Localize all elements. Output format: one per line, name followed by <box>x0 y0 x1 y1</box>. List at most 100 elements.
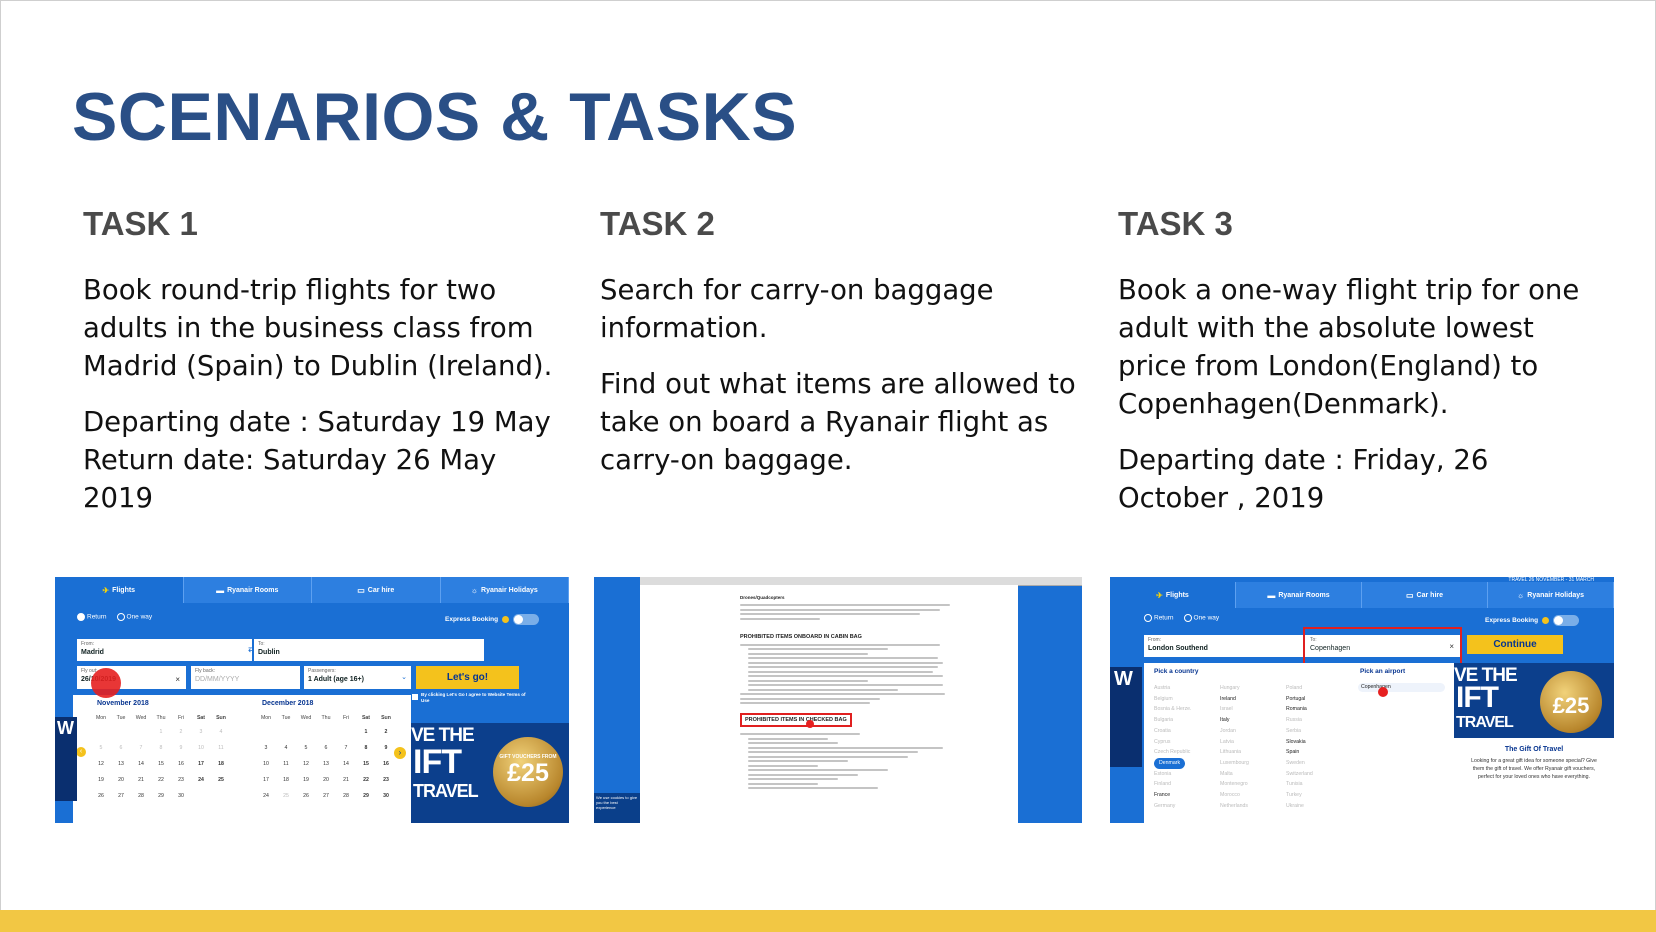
screenshot-task3: TRAVEL 26 NOVEMBER - 31 MARCH ✈ Flights ▬… <box>1110 577 1614 823</box>
radio-label: Return <box>1154 614 1174 622</box>
country-column-2: Hungary Ireland Israel Italy Jordan Latv… <box>1220 683 1249 811</box>
country-item[interactable]: Russia <box>1286 715 1313 726</box>
airport-option[interactable]: Copenhagen <box>1358 683 1445 692</box>
tab-car-hire[interactable]: ▭ Car hire <box>312 577 441 603</box>
country-item[interactable]: Poland <box>1286 683 1313 694</box>
weekday: Wed <box>135 715 147 721</box>
express-toggle[interactable] <box>1553 615 1580 626</box>
next-month-icon[interactable]: › <box>394 747 406 759</box>
country-item[interactable]: Germany <box>1154 801 1191 812</box>
tab-car-hire[interactable]: ▭ Car hire <box>1362 582 1488 608</box>
tab-rooms[interactable]: ▬ Ryanair Rooms <box>183 577 312 603</box>
country-item[interactable]: Ukraine <box>1286 801 1313 812</box>
pick-country-heading: Pick a country <box>1154 668 1199 675</box>
task-description: Book a one-way flight trip for one adult… <box>1118 274 1580 420</box>
country-item[interactable]: Italy <box>1220 715 1249 726</box>
task-description: Book round-trip flights for two adults i… <box>83 274 553 382</box>
country-item[interactable]: Czech Republic <box>1154 747 1191 758</box>
field-value: 1 Adult (age 16+) <box>308 676 364 683</box>
prev-month-icon[interactable]: ‹ <box>76 747 86 757</box>
country-item[interactable]: Croatia <box>1154 726 1191 737</box>
country-item[interactable]: Ireland <box>1220 694 1249 705</box>
promo-gift: IFT <box>413 743 462 781</box>
month-grid-november: Mon Tue Wed Thu Fri Sat Sun 1234 5 6 7 8 9 10 11 12 1… <box>91 712 231 804</box>
country-item[interactable]: Bosnia & Herze. <box>1154 704 1191 715</box>
country-item[interactable]: Turkey <box>1286 790 1313 801</box>
country-item[interactable]: Cyprus <box>1154 737 1191 748</box>
country-item-selected[interactable]: Denmark <box>1154 757 1186 769</box>
task-dates: Departing date : Saturday 19 May Return … <box>83 406 551 514</box>
tab-holidays[interactable]: ☼ Ryanair Holidays <box>440 577 569 603</box>
country-item[interactable]: Switzerland <box>1286 769 1313 780</box>
country-item[interactable]: Lithuania <box>1220 747 1249 758</box>
gift-card: The Gift Of Travel Looking for a great g… <box>1454 738 1614 823</box>
country-item[interactable]: Montenegro <box>1220 779 1249 790</box>
continue-button[interactable]: Continue <box>1467 635 1563 654</box>
country-item[interactable]: Serbia <box>1286 726 1313 737</box>
flyback-field[interactable]: Fly back: DD/MM/YYYY <box>191 666 300 689</box>
gift-text: Looking for a great gift idea for someon… <box>1471 758 1597 780</box>
info-icon <box>502 616 510 623</box>
country-item[interactable]: Netherlands <box>1220 801 1249 812</box>
car-icon: ▭ <box>1405 590 1414 600</box>
tab-bar: ✈ Flights ▬ Ryanair Rooms ▭ Car hire ☼ Ryana… <box>55 577 569 603</box>
country-item[interactable]: Hungary <box>1220 683 1249 694</box>
country-item[interactable]: Austria <box>1154 683 1191 694</box>
coin-value: £25 <box>1552 693 1590 718</box>
field-label: From: <box>81 641 95 647</box>
terms-checkbox[interactable] <box>412 694 418 700</box>
task-heading: TASK 1 <box>83 205 198 242</box>
weekday: Mon <box>95 715 107 721</box>
tab-label: Ryanair Rooms <box>1278 591 1330 599</box>
country-item[interactable]: Israel <box>1220 704 1249 715</box>
screenshot-task1: ✈ Flights ▬ Ryanair Rooms ▭ Car hire ☼ Ryana… <box>55 577 569 823</box>
country-item[interactable]: Portugal <box>1286 694 1313 705</box>
passengers-select[interactable]: Passengers: 1 Adult (age 16+) ⌄ <box>304 666 411 689</box>
country-item[interactable]: Slovakia <box>1286 737 1313 748</box>
weekday: Mon <box>260 715 272 721</box>
task-3: TASK 3 Book a one-way flight trip for on… <box>1118 205 1598 535</box>
tab-label: Ryanair Holidays <box>1527 591 1585 599</box>
tab-flights[interactable]: ✈ Flights <box>1110 582 1236 608</box>
oneway-radio[interactable]: One way <box>1183 614 1219 622</box>
click-marker <box>91 668 121 698</box>
to-field[interactable]: To: Dublin <box>254 639 484 661</box>
weekday: Tue <box>116 715 126 721</box>
info-icon <box>1542 617 1550 624</box>
baggage-page: Drones/Quadcopters PROHIBITED ITEMS ONBO… <box>640 585 1018 823</box>
clear-icon[interactable]: × <box>175 675 180 684</box>
drones-heading: Drones/Quadcopters <box>740 595 785 600</box>
country-item[interactable]: Spain <box>1286 747 1313 758</box>
lets-go-button[interactable]: Let's go! <box>416 666 519 689</box>
return-radio[interactable]: Return <box>1144 614 1174 622</box>
field-label: From: <box>1148 637 1162 643</box>
field-placeholder: DD/MM/YYYY <box>195 676 240 683</box>
tab-rooms[interactable]: ▬ Ryanair Rooms <box>1236 582 1362 608</box>
country-item[interactable]: Finland <box>1154 779 1191 790</box>
tab-holidays[interactable]: ☼ Ryanair Holidays <box>1488 582 1614 608</box>
country-item[interactable]: Morocco <box>1220 790 1249 801</box>
express-toggle[interactable] <box>513 614 540 625</box>
task-dates: Departing date : Friday, 26 October , 20… <box>1118 444 1489 514</box>
country-item[interactable]: Malta <box>1220 769 1249 780</box>
country-item[interactable]: Bulgaria <box>1154 715 1191 726</box>
checked-prohibited-heading: PROHIBITED ITEMS IN CHECKED BAG <box>740 712 852 727</box>
country-item[interactable]: Sweden <box>1286 758 1313 769</box>
task-heading: TASK 2 <box>600 205 715 242</box>
country-item[interactable]: Tunisia <box>1286 779 1313 790</box>
country-item[interactable]: Romania <box>1286 704 1313 715</box>
month-title: December 2018 <box>262 700 314 707</box>
return-radio[interactable]: Return <box>77 613 107 621</box>
oneway-radio[interactable]: One way <box>116 613 152 621</box>
terms-text: By clicking Let's Go I agree to Website … <box>421 692 526 703</box>
country-item[interactable]: Belgium <box>1154 694 1191 705</box>
sun-icon: ☼ <box>1516 590 1525 600</box>
weekday: Fri <box>177 715 185 721</box>
country-item[interactable]: Estonia <box>1154 769 1191 780</box>
tab-flights[interactable]: ✈ Flights <box>55 577 184 603</box>
country-item[interactable]: Latvia <box>1220 737 1249 748</box>
country-item[interactable]: Jordan <box>1220 726 1249 737</box>
country-item[interactable]: France <box>1154 790 1191 801</box>
from-field[interactable]: From: Madrid <box>77 639 252 661</box>
country-item[interactable]: Luxembourg <box>1220 758 1249 769</box>
